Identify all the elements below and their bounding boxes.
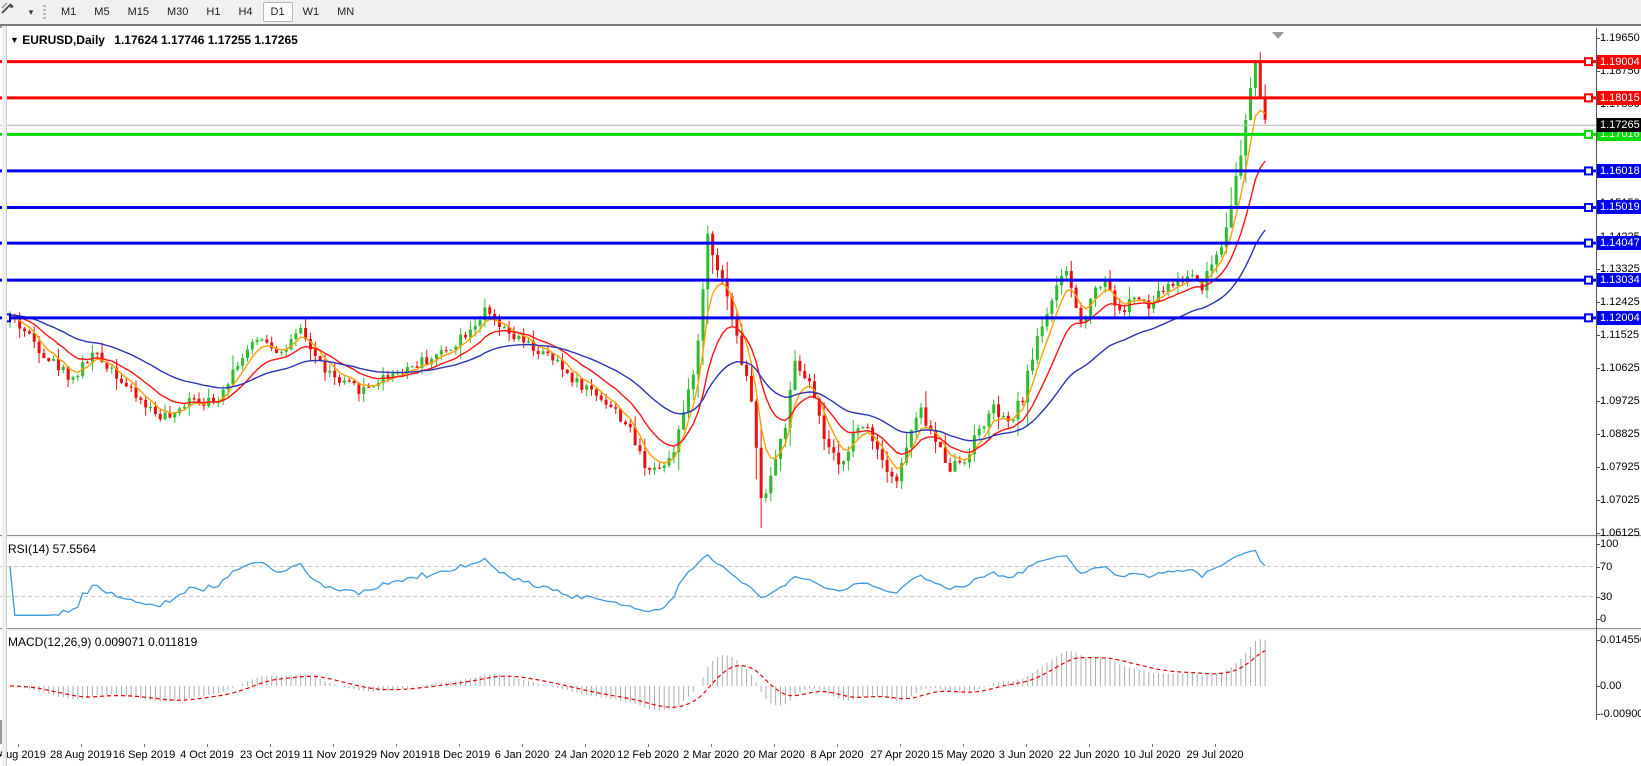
time-tick-mark: [1026, 744, 1027, 747]
level-price-label: 1.14047: [1597, 236, 1641, 251]
time-tick-label: 29 Nov 2019: [364, 749, 428, 761]
macd-tick-label: -0.009001: [1600, 708, 1641, 721]
time-tick-mark: [1152, 744, 1153, 747]
price-tick-label: 1.11525: [1600, 329, 1639, 342]
rsi-label: RSI(14) 57.5564: [8, 542, 97, 556]
time-tick-mark: [207, 744, 208, 747]
time-tick-mark: [81, 744, 82, 747]
time-tick-mark: [837, 744, 838, 747]
rsi-tick-label: 0: [1600, 613, 1607, 625]
time-tick-label: 16 Sep 2019: [112, 749, 176, 761]
macd-label: MACD(12,26,9) 0.009071 0.011819: [8, 635, 198, 649]
time-tick-mark: [18, 744, 19, 747]
macd-pane[interactable]: MACD(12,26,9) 0.009071 0.011819: [0, 632, 1641, 720]
price-tick-label: 1.19650: [1600, 32, 1640, 44]
time-tick-mark: [396, 744, 397, 747]
time-tick-mark: [774, 744, 775, 747]
timeframe-button-m1[interactable]: M1: [53, 2, 84, 22]
level-price-label: 1.12004: [1597, 310, 1641, 325]
rsi-tick-label: 70: [1600, 560, 1613, 573]
time-tick-mark: [1089, 744, 1090, 747]
price-tick-label: 1.10625: [1600, 362, 1640, 375]
chart-window: ▼ EURUSD,Daily 1.17624 1.17746 1.17255 1…: [0, 24, 1641, 766]
time-tick-mark: [1215, 744, 1216, 747]
chart-symbol-period: EURUSD,Daily: [22, 33, 105, 47]
level-price-label: 1.15019: [1597, 200, 1641, 215]
macd-tick-label: 0.00: [1600, 680, 1622, 692]
time-tick-mark: [585, 744, 586, 747]
time-tick-label: 2 Mar 2020: [683, 749, 739, 761]
chart-title: ▼ EURUSD,Daily 1.17624 1.17746 1.17255 1…: [10, 33, 298, 47]
time-tick-mark: [900, 744, 901, 747]
tool-dropdown-caret[interactable]: ▾: [25, 7, 37, 18]
timeframe-button-h1[interactable]: H1: [198, 2, 228, 22]
price-tick-label: 1.07025: [1600, 494, 1640, 507]
timeframe-button-m15[interactable]: M15: [120, 2, 157, 22]
current-price-label: 1.17265: [1597, 118, 1641, 133]
macd-canvas[interactable]: [0, 632, 1596, 720]
time-tick-mark: [522, 744, 523, 747]
time-tick-mark: [648, 744, 649, 747]
time-tick-label: 20 Mar 2020: [743, 749, 805, 761]
timeframe-buttons: M1 M5 M15 M30 H1 H4 D1 W1 MN: [52, 2, 363, 22]
mt4-terminal: ▾ M1 M5 M15 M30 H1 H4 D1 W1 MN ▼ EURUSD,Daily 1.…: [0, 0, 1641, 766]
rsi-canvas[interactable]: [0, 539, 1596, 628]
price-tick-label: 1.08825: [1600, 428, 1640, 441]
time-tick-label: 3 Jun 2020: [998, 749, 1054, 761]
time-tick-label: 11 Nov 2019: [302, 749, 364, 761]
timeframe-button-d1[interactable]: D1: [262, 2, 293, 22]
collapse-arrow-icon[interactable]: ▼: [10, 35, 19, 45]
scroll-to-end-marker[interactable]: [1272, 32, 1284, 39]
timeframe-toolbar: ▾ M1 M5 M15 M30 H1 H4 D1 W1 MN: [0, 0, 1641, 25]
level-price-label: 1.18015: [1597, 90, 1641, 105]
time-tick-label: 18 Dec 2019: [427, 749, 491, 761]
time-tick-label: 6 Jan 2020: [494, 749, 550, 761]
price-tick-label: 1.07925: [1600, 461, 1640, 474]
time-tick-label: 28 Aug 2019: [50, 749, 112, 761]
level-price-label: 1.13034: [1597, 273, 1641, 288]
time-tick-label: 8 Apr 2020: [810, 749, 864, 761]
rsi-tick-label: 30: [1600, 590, 1613, 603]
rsi-pane[interactable]: RSI(14) 57.5564: [0, 539, 1641, 628]
timeframe-button-mn[interactable]: MN: [329, 2, 362, 22]
time-tick-label: 12 Feb 2020: [617, 749, 679, 761]
macd-tick-label: 0.014556: [1600, 634, 1641, 647]
time-tick-label: 10 Jul 2020: [1123, 749, 1181, 761]
chart-ohlc-values: 1.17624 1.17746 1.17255 1.17265: [114, 33, 298, 47]
time-tick-mark: [270, 744, 271, 747]
time-tick-label: 4 Oct 2019: [180, 749, 234, 761]
timeframe-button-m5[interactable]: M5: [86, 2, 117, 22]
time-tick-label: 22 Jun 2020: [1058, 749, 1120, 761]
time-tick-mark: [459, 744, 460, 747]
level-price-label: 1.16018: [1597, 163, 1641, 178]
time-tick-mark: [963, 744, 964, 747]
level-price-label: 1.19004: [1597, 54, 1641, 69]
price-tick-label: 1.12425: [1600, 296, 1640, 309]
price-pane[interactable]: ▼ EURUSD,Daily 1.17624 1.17746 1.17255 1…: [0, 28, 1641, 535]
timeframe-button-h4[interactable]: H4: [230, 2, 260, 22]
timeframe-button-m30[interactable]: M30: [159, 2, 196, 22]
price-tick-label: 1.09725: [1600, 395, 1640, 408]
time-tick-label: 27 Apr 2020: [870, 749, 930, 761]
drawing-cursor-icon[interactable]: [1, 2, 25, 22]
price-chart-canvas[interactable]: [0, 28, 1596, 535]
time-axis: 9 Aug 2019 28 Aug 201916 Sep 2019 4 Oct 20…: [0, 744, 1641, 766]
time-tick-label: 29 Jul 2020: [1186, 749, 1244, 761]
time-tick-mark: [144, 744, 145, 747]
time-tick-mark: [711, 744, 712, 747]
time-tick-label: 15 May 2020: [931, 749, 995, 761]
time-tick-label: 24 Jan 2020: [554, 749, 616, 761]
rsi-tick-label: 100: [1600, 538, 1619, 550]
time-tick-label: 9 Aug 2019: [0, 749, 46, 761]
toolbar-grip[interactable]: [41, 3, 48, 21]
time-tick-mark: [333, 744, 334, 747]
timeframe-button-w1[interactable]: W1: [295, 2, 328, 22]
time-tick-label: 23 Oct 2019: [240, 749, 300, 761]
